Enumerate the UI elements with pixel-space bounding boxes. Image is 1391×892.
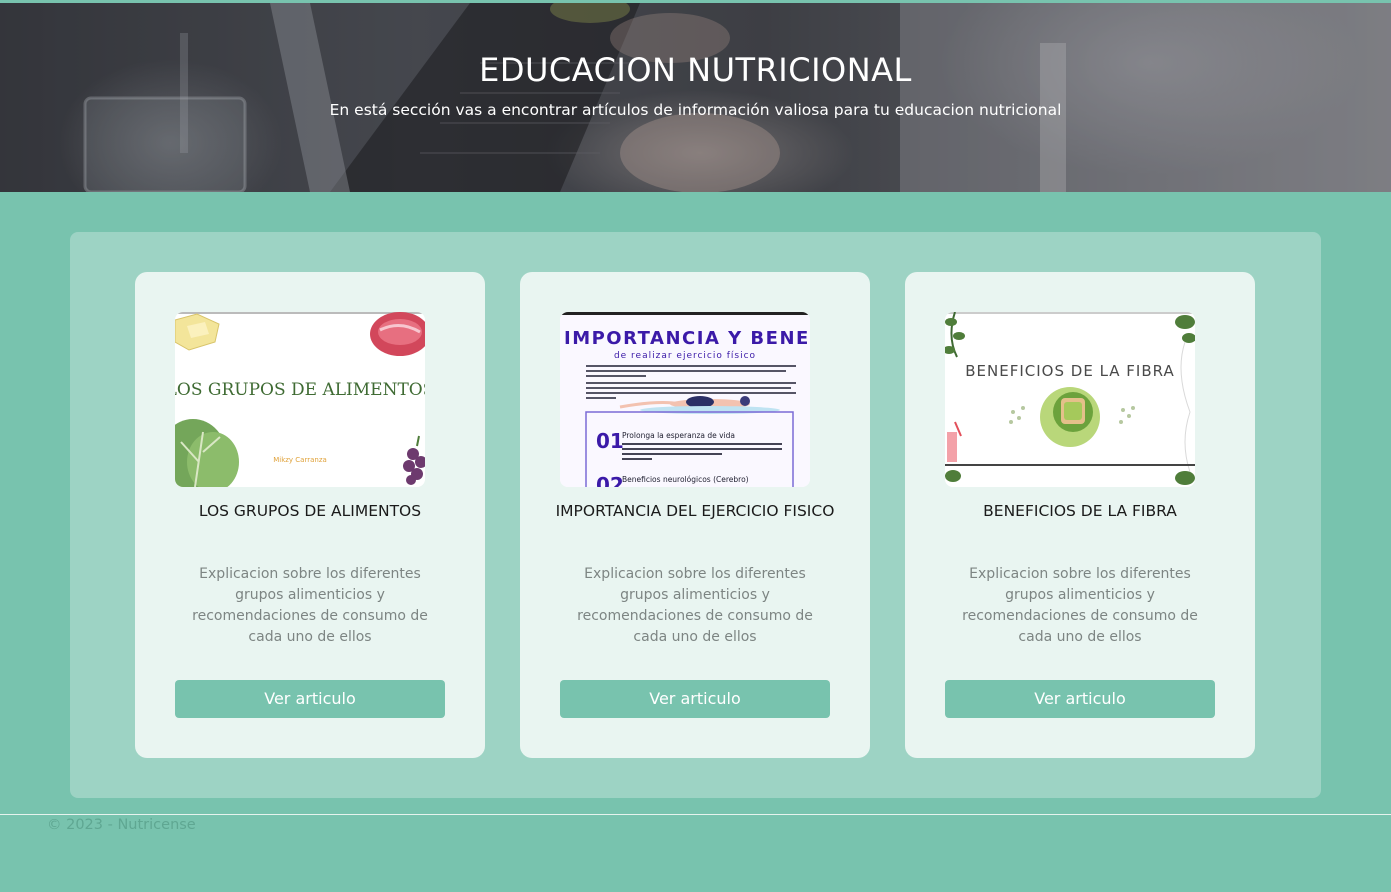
article-description: Explicacion sobre los diferentes grupos … [577, 566, 813, 645]
article-card-ejercicio-fisico: IMPORTANCIA Y BENEFICIOS de realizar eje… [520, 272, 870, 758]
item2-number: 02 [596, 473, 624, 487]
thumbnail-heading: IMPORTANCIA Y BENEFICIOS [564, 328, 810, 349]
article-thumbnail[interactable]: IMPORTANCIA Y BENEFICIOS de realizar eje… [560, 312, 810, 487]
page-subtitle: En está sección vas a encontrar artículo… [329, 101, 1062, 119]
ver-articulo-button[interactable]: Ver articulo [945, 680, 1215, 718]
thumbnail-heading: BENEFICIOS DE LA FIBRA [965, 362, 1174, 380]
article-title: LOS GRUPOS DE ALIMENTOS [198, 502, 422, 520]
article-card-beneficios-fibra: BENEFICIOS DE LA FIBRA BENEFICIOS DE LA … [905, 272, 1255, 758]
hero-overlay [0, 3, 1391, 192]
footer-divider [0, 814, 1391, 815]
hero-banner: EDUCACION NUTRICIONAL En está sección va… [0, 3, 1391, 192]
item1-number: 01 [596, 429, 624, 453]
article-thumbnail[interactable]: LOS GRUPOS DE ALIMENTOS Mikzy Carranza [175, 312, 425, 487]
item2-label: Beneficios neurológicos (Cerebro) [622, 475, 749, 484]
thumbnail-heading: LOS GRUPOS DE ALIMENTOS [175, 380, 425, 400]
article-thumbnail[interactable]: BENEFICIOS DE LA FIBRA [945, 312, 1195, 487]
article-title: BENEFICIOS DE LA FIBRA [983, 502, 1177, 520]
article-card-grupos-alimentos: LOS GRUPOS DE ALIMENTOS Mikzy Carranza L… [135, 272, 485, 758]
article-title: IMPORTANCIA DEL EJERCICIO FISICO [555, 502, 835, 520]
article-description: Explicacion sobre los diferentes grupos … [962, 566, 1198, 645]
ver-articulo-button[interactable]: Ver articulo [175, 680, 445, 718]
thumbnail-subheading: de realizar ejercicio físico [614, 351, 756, 361]
article-description: Explicacion sobre los diferentes grupos … [192, 566, 428, 645]
footer-copyright: © 2023 - Nutricense [47, 817, 196, 833]
page-title: EDUCACION NUTRICIONAL [479, 51, 912, 89]
item1-label: Prolonga la esperanza de vida [622, 431, 735, 440]
thumbnail-author: Mikzy Carranza [273, 456, 327, 464]
ver-articulo-button[interactable]: Ver articulo [560, 680, 830, 718]
